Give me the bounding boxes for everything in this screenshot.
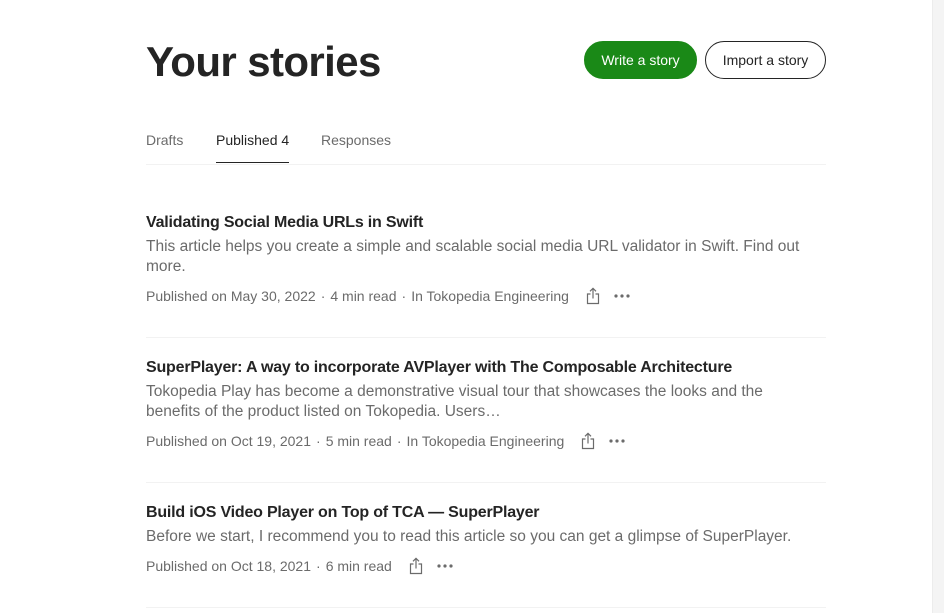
tab-drafts[interactable]: Drafts bbox=[146, 131, 183, 149]
meta-separator: · bbox=[401, 288, 407, 304]
write-story-button[interactable]: Write a story bbox=[584, 41, 697, 79]
more-options-icon[interactable] bbox=[435, 556, 455, 576]
story-description: This article helps you create a simple a… bbox=[146, 238, 800, 275]
scrollbar[interactable] bbox=[932, 0, 944, 613]
read-time: 6 min read bbox=[325, 558, 392, 574]
read-time: 5 min read bbox=[325, 433, 392, 449]
more-options-icon[interactable] bbox=[607, 431, 627, 451]
meta-separator: · bbox=[316, 558, 321, 574]
import-story-button[interactable]: Import a story bbox=[705, 41, 826, 79]
story-item: Validating Social Media URLs in Swift Th… bbox=[146, 165, 826, 338]
meta-separator: · bbox=[316, 433, 321, 449]
story-description: Before we start, I recommend you to read… bbox=[146, 528, 792, 545]
tab-published[interactable]: Published 4 bbox=[216, 131, 290, 163]
share-icon[interactable] bbox=[583, 286, 603, 306]
stories-page: Your stories Write a story Import a stor… bbox=[146, 0, 826, 165]
tab-responses[interactable]: Responses bbox=[321, 131, 391, 149]
meta-separator: · bbox=[396, 433, 402, 449]
story-meta: Published on Oct 19, 2021 · 5 min read ·… bbox=[146, 431, 627, 451]
story-description: Tokopedia Play has become a demonstrativ… bbox=[146, 383, 763, 420]
meta-separator: · bbox=[320, 288, 326, 304]
share-icon[interactable] bbox=[406, 556, 426, 576]
publication-name[interactable]: In Tokopedia Engineering bbox=[407, 431, 565, 451]
more-options-icon[interactable] bbox=[612, 286, 632, 306]
story-item: SuperPlayer: A way to incorporate AVPlay… bbox=[146, 338, 826, 483]
published-date[interactable]: Published on Oct 18, 2021 bbox=[146, 556, 311, 576]
story-meta: Published on May 30, 2022 · 4 min read ·… bbox=[146, 286, 632, 306]
published-date[interactable]: Published on May 30, 2022 bbox=[146, 286, 316, 306]
share-icon[interactable] bbox=[578, 431, 598, 451]
story-item: Build iOS Video Player on Top of TCA — S… bbox=[146, 483, 826, 608]
story-title[interactable]: Build iOS Video Player on Top of TCA — S… bbox=[146, 503, 540, 523]
story-title[interactable]: Validating Social Media URLs in Swift bbox=[146, 213, 423, 233]
page-title: Your stories bbox=[146, 38, 381, 85]
published-date[interactable]: Published on Oct 19, 2021 bbox=[146, 431, 311, 451]
story-meta: Published on Oct 18, 2021 · 6 min read bbox=[146, 556, 455, 576]
tab-bar: Drafts Published 4 Responses bbox=[146, 115, 826, 165]
story-list: Validating Social Media URLs in Swift Th… bbox=[146, 165, 826, 608]
story-title[interactable]: SuperPlayer: A way to incorporate AVPlay… bbox=[146, 358, 732, 378]
publication-name[interactable]: In Tokopedia Engineering bbox=[411, 286, 569, 306]
read-time: 4 min read bbox=[330, 288, 397, 304]
page-header: Your stories Write a story Import a stor… bbox=[146, 0, 826, 115]
